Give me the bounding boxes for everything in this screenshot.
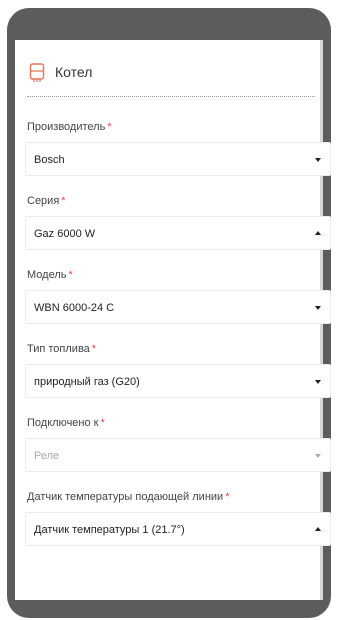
flow-temp-sensor-label: Датчик температуры подающей линии * <box>27 491 230 503</box>
flow-temp-sensor-value: Датчик температуры 1 (21.7°) <box>34 524 185 536</box>
fuel-type-select[interactable]: природный газ (G20) <box>25 364 331 398</box>
device-frame: Котел Производитель * Bosch Серия * Gaz 60… <box>7 8 331 618</box>
chevron-down-icon <box>315 380 321 384</box>
manufacturer-label: Производитель * <box>27 121 112 133</box>
manufacturer-value: Bosch <box>34 154 65 166</box>
model-label: Модель * <box>27 269 73 281</box>
chevron-down-icon <box>315 158 321 162</box>
series-value: Gaz 6000 W <box>34 228 96 240</box>
boiler-icon <box>29 63 45 82</box>
chevron-up-icon <box>315 231 321 235</box>
connected-to-label: Подключено к * <box>27 417 105 429</box>
model-value: WBN 6000-24 C <box>34 302 115 314</box>
connected-to-value: Реле <box>34 450 60 462</box>
flow-temp-sensor-select[interactable]: Датчик температуры 1 (21.7°) <box>25 512 331 546</box>
manufacturer-select[interactable]: Bosch <box>25 142 331 176</box>
chevron-up-icon <box>315 527 321 531</box>
chevron-down-icon <box>315 306 321 310</box>
connected-to-select: Реле <box>25 438 331 472</box>
chevron-down-icon <box>315 454 321 458</box>
series-label: Серия * <box>27 195 66 207</box>
page-title: Котел <box>55 64 93 80</box>
fuel-type-label: Тип топлива * <box>27 343 97 355</box>
card-header: Котел <box>27 60 315 97</box>
fuel-type-value: природный газ (G20) <box>34 376 140 388</box>
screen: Котел Производитель * Bosch Серия * Gaz 60… <box>15 40 331 600</box>
model-select[interactable]: WBN 6000-24 C <box>25 290 331 324</box>
series-select[interactable]: Gaz 6000 W <box>25 216 331 250</box>
